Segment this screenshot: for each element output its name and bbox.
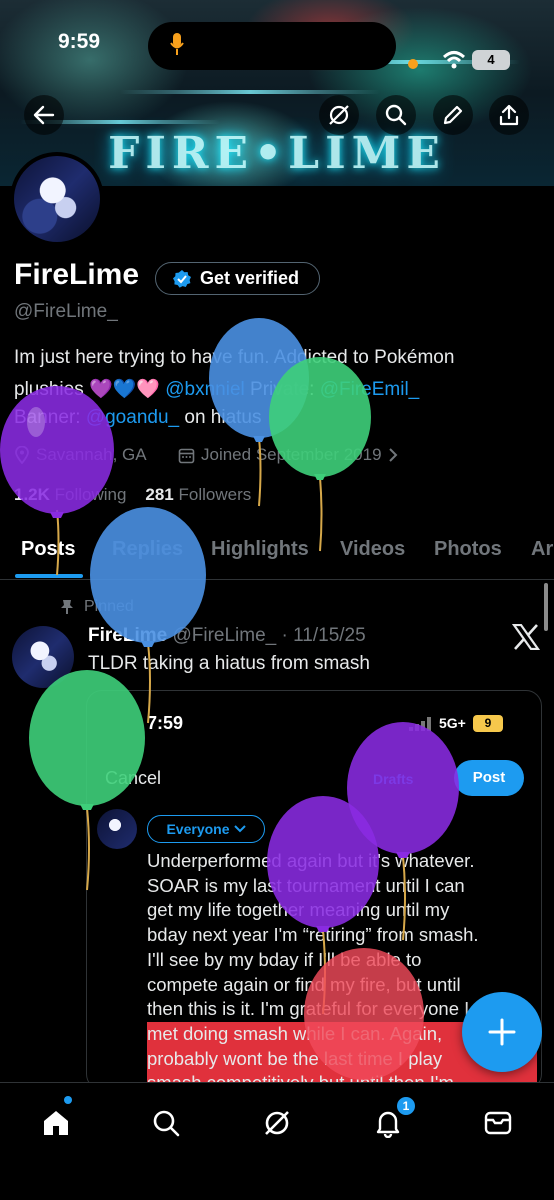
post-author-avatar[interactable] <box>12 626 74 688</box>
embed-text-line: bday next year I'm “retiring” from smash… <box>147 924 479 946</box>
follow-stats: 1.2K Following 281 Followers <box>14 485 251 505</box>
embed-avatar <box>97 809 137 849</box>
get-verified-button[interactable]: Get verified <box>155 262 320 295</box>
join-date-text: Joined September 2019 <box>201 445 382 464</box>
chevron-down-icon <box>233 825 246 833</box>
bio-text: on hiatus <box>179 407 262 428</box>
get-verified-label: Get verified <box>200 268 300 288</box>
post-author-handle: @FireLime_ <box>172 625 277 646</box>
microphone-icon <box>170 33 184 55</box>
tab-videos[interactable]: Videos <box>340 538 405 561</box>
bio-mention-link[interactable]: @bxnniel <box>165 379 245 400</box>
location-text: Savannah, GA <box>36 445 147 464</box>
profile-handle: @FireLime_ <box>14 301 118 322</box>
following-count: 1.2K <box>14 485 50 504</box>
grok-button[interactable] <box>319 95 359 135</box>
post-author-name[interactable]: FireLime <box>88 625 167 646</box>
mail-icon <box>484 1111 512 1135</box>
bio-line: plushies 💜💙🩷 @bxnniel Private: @FireEmil… <box>14 377 419 401</box>
bio-text: Banner: <box>14 407 86 428</box>
bio-line: Banner: @goandu_ on hiatus <box>14 407 262 429</box>
home-icon <box>44 1111 68 1135</box>
tab-posts[interactable]: Posts <box>21 538 75 561</box>
embed-drafts-button: Drafts <box>373 771 414 787</box>
home-unread-dot <box>64 1096 72 1104</box>
join-date[interactable]: Joined September 2019 <box>178 445 398 465</box>
scrollbar[interactable] <box>544 583 548 631</box>
embed-text-line: I'll see by my bday if I'll be able to <box>147 948 422 970</box>
embed-audience-label: Everyone <box>166 821 230 837</box>
status-time: 9:59 <box>58 30 101 53</box>
location-pin-icon <box>15 446 29 464</box>
post-header: FireLime @FireLime_ · 11/15/25 <box>88 625 366 647</box>
embed-text-line: SOAR is my last tournament until I can <box>147 874 465 896</box>
profile-avatar[interactable] <box>10 152 104 246</box>
privacy-indicator-dot <box>408 59 418 69</box>
tab-highlights[interactable]: Highlights <box>211 538 309 561</box>
followers-link[interactable]: 281 Followers <box>145 485 251 504</box>
battery-icon: 4 <box>472 50 510 70</box>
display-name: FireLime <box>14 258 140 291</box>
dynamic-island <box>148 22 396 70</box>
followers-label: Followers <box>178 485 252 504</box>
nav-home[interactable] <box>34 1101 78 1145</box>
pin-icon <box>61 600 73 614</box>
following-link[interactable]: 1.2K Following <box>14 485 126 504</box>
embed-text-line: compete again or find my fire, but until <box>147 973 461 995</box>
location: Savannah, GA <box>14 445 147 465</box>
search-icon <box>153 1110 180 1137</box>
arrow-left-icon <box>33 105 55 125</box>
embed-text-line: get my life together meaning until my <box>147 899 450 921</box>
compose-post-button[interactable] <box>462 992 542 1072</box>
embed-text-line: Underperformed again but it's whatever. <box>147 850 475 871</box>
search-button[interactable] <box>376 95 416 135</box>
bio-line: Im just here trying to have fun. Addicte… <box>14 347 455 368</box>
bio-mention-link[interactable]: @FireEmil_ <box>320 379 420 400</box>
nav-search[interactable] <box>144 1101 188 1145</box>
tab-replies[interactable]: Replies <box>112 538 183 561</box>
pinned-indicator: Pinned <box>60 598 134 616</box>
embed-status-time: 7:59 <box>147 713 184 733</box>
wifi-icon <box>442 51 466 69</box>
active-tab-indicator <box>15 574 83 578</box>
embed-network-label: 5G+ <box>439 715 466 731</box>
x-logo-icon <box>512 624 540 650</box>
embed-audience-selector: Everyone <box>147 815 265 843</box>
tab-articles[interactable]: Ar <box>531 538 553 561</box>
grok-icon <box>265 1111 289 1135</box>
nav-messages[interactable] <box>476 1101 520 1145</box>
calendar-icon <box>178 448 195 463</box>
search-icon <box>385 104 407 126</box>
status-bar: 9:59 4 <box>0 22 554 70</box>
plus-icon <box>488 1018 516 1046</box>
embed-cancel-button: Cancel <box>105 768 162 788</box>
banner-light-streak <box>120 90 380 94</box>
edit-button[interactable] <box>433 95 473 135</box>
following-label: Following <box>54 485 127 504</box>
tab-photos[interactable]: Photos <box>434 538 502 561</box>
share-button[interactable] <box>489 95 529 135</box>
bio-text: plushies 💜💙🩷 <box>14 379 166 400</box>
nav-grok[interactable] <box>255 1101 299 1145</box>
pinned-label: Pinned <box>84 598 134 615</box>
followers-count: 281 <box>145 485 174 504</box>
back-button[interactable] <box>24 95 64 135</box>
embed-battery-icon: 9 <box>473 715 503 732</box>
verified-badge-icon <box>173 269 191 288</box>
bottom-navigation: 1 <box>0 1082 554 1200</box>
bio-text: Private: <box>244 379 320 400</box>
pencil-icon <box>443 105 463 125</box>
bio-mention-link[interactable]: @goandu_ <box>86 407 179 428</box>
chevron-right-icon <box>388 448 397 462</box>
post-text: TLDR taking a hiatus from smash <box>88 653 370 674</box>
grok-icon <box>329 105 349 125</box>
profile-tabs: Posts Replies Highlights Videos Photos A… <box>0 530 554 580</box>
cell-signal-icon <box>409 717 431 731</box>
share-icon <box>499 104 519 126</box>
notification-badge: 1 <box>395 1095 417 1117</box>
post-date: · 11/15/25 <box>281 625 366 646</box>
embed-post-button: Post <box>454 760 524 796</box>
